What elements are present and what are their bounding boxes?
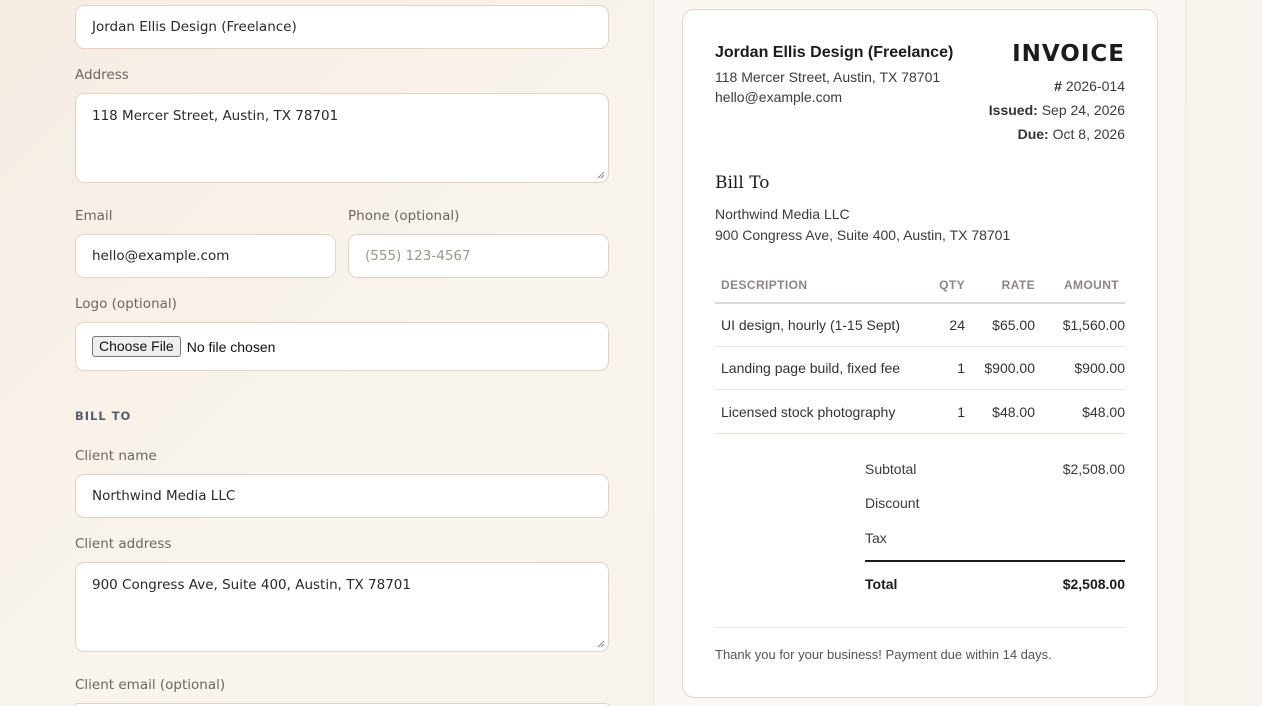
client-name: Northwind Media LLC: [715, 206, 850, 222]
seller-address: 118 Mercer Street, Austin, TX 78701: [715, 69, 941, 85]
item-amount: $1,560.00: [1062, 317, 1125, 333]
phone-label: Phone (optional): [348, 208, 460, 224]
tax-label: Tax: [865, 530, 887, 546]
client-address: 900 Congress Ave, Suite 400, Austin, TX …: [715, 227, 1011, 243]
email-value: hello@example.com: [92, 248, 230, 264]
due-value: Oct 8, 2026: [1052, 126, 1125, 142]
address-textarea[interactable]: 118 Mercer Street, Austin, TX 78701: [75, 93, 609, 183]
file-status: No file chosen: [186, 338, 276, 355]
item-rate: $65.00: [992, 317, 1035, 333]
issued-label: Issued:: [988, 102, 1038, 118]
seller-email: hello@example.com: [715, 89, 843, 105]
item-rate: $900.00: [984, 360, 1035, 376]
due-label: Due:: [1017, 126, 1049, 142]
seller-name: Jordan Ellis Design (Freelance): [715, 44, 954, 61]
item-qty: 1: [957, 404, 965, 420]
logo-file-input[interactable]: Choose File No file chosen: [75, 322, 609, 371]
address-label: Address: [75, 67, 129, 83]
issued-value: Sep 24, 2026: [1041, 102, 1125, 118]
item-amount: $900.00: [1074, 360, 1125, 376]
subtotal-label: Subtotal: [865, 461, 917, 477]
invoice-number-prefix: #: [1054, 78, 1062, 94]
item-rate: $48.00: [992, 404, 1035, 420]
email-input[interactable]: hello@example.com: [75, 234, 336, 278]
column-header-amount: AMOUNT: [1063, 278, 1119, 292]
item-amount: $48.00: [1082, 404, 1125, 420]
email-label: Email: [75, 208, 113, 224]
due-date: Due: Oct 8, 2026: [1018, 126, 1125, 142]
row-divider: [715, 433, 1125, 434]
client-name-label: Client name: [75, 448, 157, 464]
issued-date: Issued: Sep 24, 2026: [989, 102, 1125, 118]
invoice-number: # 2026-014: [1054, 78, 1125, 94]
logo-label: Logo (optional): [75, 296, 177, 312]
item-description: Licensed stock photography: [721, 404, 896, 420]
item-qty: 1: [957, 360, 965, 376]
client-name-input[interactable]: Northwind Media LLC: [75, 474, 609, 518]
client-address-textarea[interactable]: 900 Congress Ave, Suite 400, Austin, TX …: [75, 562, 609, 652]
row-divider: [715, 389, 1125, 390]
business-name-value: Jordan Ellis Design (Freelance): [92, 19, 297, 35]
address-value: 118 Mercer Street, Austin, TX 78701: [92, 108, 339, 124]
item-qty: 24: [949, 317, 965, 333]
business-name-input[interactable]: Jordan Ellis Design (Freelance): [75, 5, 609, 49]
bill-to-title: Bill To: [715, 173, 770, 193]
invoice-number-value: 2026-014: [1065, 78, 1125, 94]
row-divider: [715, 346, 1125, 347]
column-header-rate: RATE: [1001, 278, 1035, 292]
table-header-divider: [715, 302, 1125, 304]
client-email-label: Client email (optional): [75, 677, 226, 693]
item-description: Landing page build, fixed fee: [721, 360, 901, 376]
total-label: Total: [865, 576, 898, 592]
footer-note: Thank you for your business! Payment due…: [715, 647, 1052, 662]
subtotal-value: $2,508.00: [1062, 461, 1125, 477]
client-address-value: 900 Congress Ave, Suite 400, Austin, TX …: [92, 577, 411, 593]
phone-input[interactable]: (555) 123-4567: [348, 234, 609, 278]
client-name-value: Northwind Media LLC: [92, 488, 236, 504]
total-value: $2,508.00: [1062, 576, 1125, 592]
resize-handle-icon[interactable]: [597, 640, 605, 648]
total-divider: [865, 560, 1125, 562]
discount-label: Discount: [865, 495, 920, 511]
bill-to-section-heading: BILL TO: [75, 409, 132, 423]
phone-placeholder: (555) 123-4567: [365, 248, 471, 264]
column-header-qty: QTY: [939, 278, 965, 292]
column-header-description: DESCRIPTION: [721, 278, 808, 292]
invoice-title: INVOICE: [1012, 41, 1125, 67]
item-description: UI design, hourly (1-15 Sept): [721, 317, 900, 333]
resize-handle-icon[interactable]: [597, 171, 605, 179]
footer-divider: [715, 627, 1125, 628]
choose-file-button[interactable]: Choose File: [92, 336, 181, 357]
client-address-label: Client address: [75, 536, 172, 552]
